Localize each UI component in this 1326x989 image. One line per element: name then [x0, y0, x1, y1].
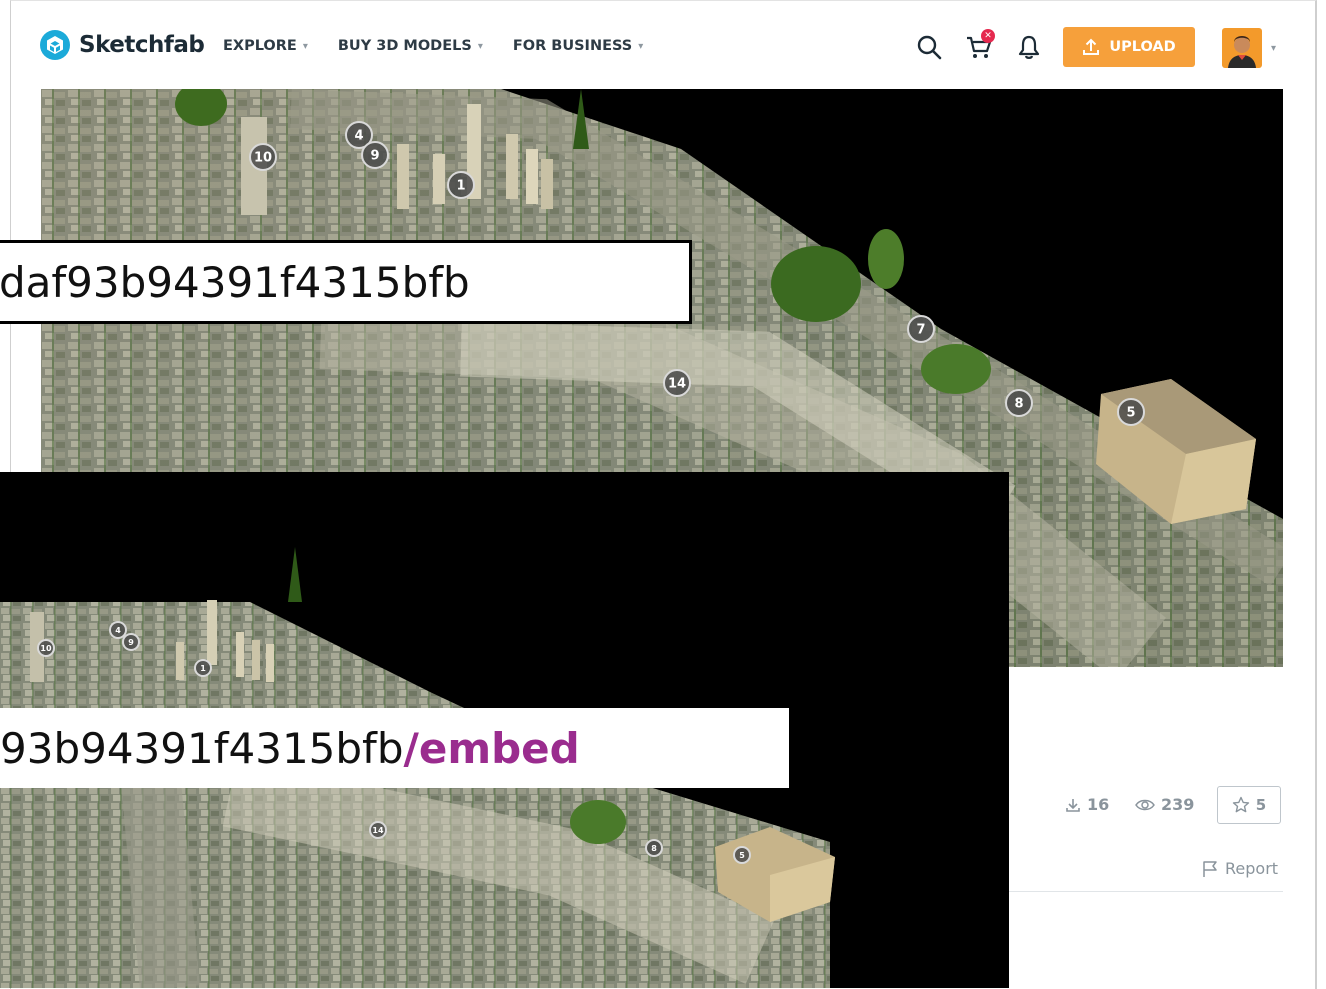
- sketchfab-logo[interactable]: Sketchfab: [39, 29, 205, 61]
- nav-business-label: FOR BUSINESS: [512, 38, 633, 54]
- annotation-number: 4: [115, 626, 121, 635]
- annotation-hotspot-14[interactable]: 14: [663, 369, 691, 397]
- annotation-hotspot-5[interactable]: 5: [1117, 398, 1145, 426]
- flag-icon: [1203, 860, 1217, 877]
- like-button[interactable]: 5: [1217, 786, 1281, 824]
- chevron-down-icon: ▾: [302, 40, 308, 52]
- annotation-number: 10: [254, 151, 272, 166]
- bell-icon[interactable]: [1015, 33, 1043, 61]
- download-icon: [1066, 798, 1080, 812]
- annotation-hotspot-9[interactable]: 9: [122, 633, 140, 651]
- star-icon: [1232, 796, 1249, 813]
- sketchfab-logo-icon: [40, 30, 70, 60]
- annotation-hotspot-8[interactable]: 8: [645, 839, 663, 857]
- annotation-number: 4: [354, 129, 363, 144]
- annotation-hotspot-10[interactable]: 10: [249, 143, 277, 171]
- views-count: 239: [1161, 795, 1195, 814]
- annotation-hotspot-7[interactable]: 7: [907, 315, 935, 343]
- annotation-number: 9: [128, 638, 134, 647]
- views-stat: 239: [1135, 795, 1194, 814]
- annotation-number: 5: [739, 851, 745, 860]
- nav-for-business[interactable]: FOR BUSINESS ▾: [513, 38, 643, 54]
- chevron-down-icon: ▾: [638, 40, 644, 52]
- report-label: Report: [1225, 859, 1279, 878]
- upload-label: UPLOAD: [1109, 39, 1176, 55]
- annotation-number: 14: [372, 826, 384, 835]
- chevron-down-icon[interactable]: ▾: [1271, 43, 1276, 54]
- annotation-hotspot-8[interactable]: 8: [1005, 389, 1033, 417]
- annotation-number: 8: [651, 844, 657, 853]
- annotation-number: 8: [1014, 397, 1023, 412]
- annotation-number: 7: [916, 323, 925, 338]
- annotation-hotspot-10[interactable]: 10: [37, 639, 55, 657]
- nav-buy-3d-models[interactable]: BUY 3D MODELS ▾: [338, 38, 483, 54]
- eye-icon: [1135, 799, 1155, 810]
- downloads-count: 16: [1087, 795, 1110, 814]
- divider: [1009, 891, 1283, 892]
- site-header: Sketchfab EXPLORE ▾ BUY 3D MODELS ▾ FOR …: [11, 1, 1315, 89]
- main-nav: EXPLORE ▾ BUY 3D MODELS ▾ FOR BUSINESS ▾: [223, 38, 643, 54]
- upload-button[interactable]: UPLOAD: [1063, 27, 1195, 67]
- nav-explore[interactable]: EXPLORE ▾: [223, 38, 308, 54]
- annotation-number: 1: [200, 664, 206, 673]
- avatar[interactable]: [1222, 28, 1262, 68]
- likes-count: 5: [1255, 796, 1267, 814]
- annotation-number: 5: [1126, 406, 1135, 421]
- search-icon[interactable]: [915, 33, 943, 61]
- chevron-down-icon: ▾: [477, 40, 483, 52]
- embed-suffix-text: /embed: [403, 723, 580, 773]
- cart-button[interactable]: ✕: [965, 29, 995, 61]
- annotation-number: 9: [370, 149, 379, 164]
- logo-text: Sketchfab: [79, 32, 205, 58]
- annotation-hotspot-14[interactable]: 14: [369, 821, 387, 839]
- report-link[interactable]: Report: [1201, 859, 1278, 878]
- embed-url-text: 93b94391f4315bfb: [0, 723, 404, 773]
- nav-explore-label: EXPLORE: [223, 38, 297, 54]
- model-url-callout: daf93b94391f4315bfb: [0, 240, 692, 324]
- annotation-number: 1: [456, 179, 465, 194]
- upload-icon: [1083, 38, 1100, 55]
- annotation-hotspot-4[interactable]: 4: [109, 621, 127, 639]
- annotation-hotspot-1[interactable]: 1: [447, 171, 475, 199]
- embed-url-callout: 93b94391f4315bfb/embed: [0, 708, 789, 788]
- annotation-hotspot-5[interactable]: 5: [733, 846, 751, 864]
- nav-buy-label: BUY 3D MODELS: [337, 38, 472, 54]
- downloads-stat: 16: [1065, 795, 1109, 814]
- annotation-hotspot-1[interactable]: 1: [194, 659, 212, 677]
- annotation-number: 10: [40, 644, 52, 653]
- model-url-text: daf93b94391f4315bfb: [0, 257, 470, 307]
- annotation-hotspot-9[interactable]: 9: [361, 141, 389, 169]
- user-avatar-icon: [1222, 28, 1262, 68]
- cart-badge: ✕: [981, 29, 995, 43]
- annotation-number: 14: [668, 377, 686, 392]
